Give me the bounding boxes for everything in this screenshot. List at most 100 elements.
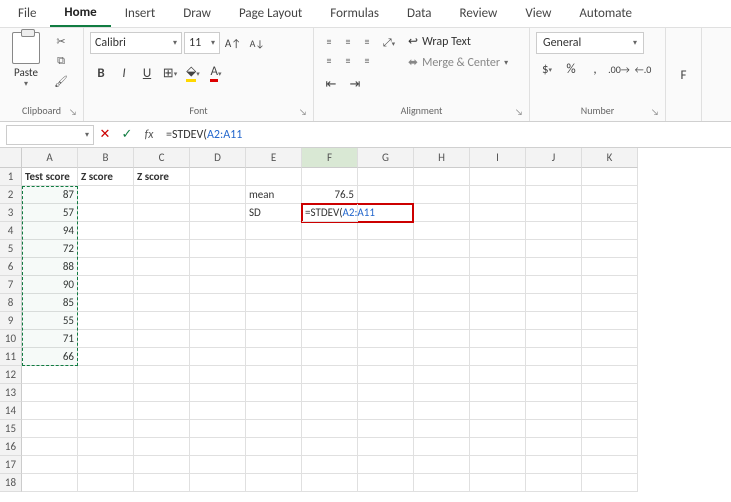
- cell[interactable]: [358, 168, 414, 186]
- cell[interactable]: [358, 402, 414, 420]
- cell[interactable]: [78, 456, 134, 474]
- cell[interactable]: [470, 240, 526, 258]
- cell[interactable]: [246, 420, 302, 438]
- cell[interactable]: [246, 474, 302, 492]
- cell[interactable]: [414, 294, 470, 312]
- cell[interactable]: [358, 366, 414, 384]
- cell[interactable]: 88: [22, 258, 78, 276]
- column-header[interactable]: J: [526, 148, 582, 168]
- cell[interactable]: [190, 222, 246, 240]
- cell[interactable]: 87: [22, 186, 78, 204]
- cell[interactable]: [190, 438, 246, 456]
- cell[interactable]: [582, 204, 638, 222]
- paste-dropdown[interactable]: ▾: [24, 79, 28, 89]
- cell[interactable]: [134, 294, 190, 312]
- cell[interactable]: [134, 456, 190, 474]
- row-header[interactable]: 14: [0, 402, 22, 420]
- cell[interactable]: [358, 330, 414, 348]
- number-dialog-launcher[interactable]: ↘: [651, 107, 663, 119]
- cell[interactable]: [582, 276, 638, 294]
- cell[interactable]: [414, 474, 470, 492]
- cell[interactable]: [582, 474, 638, 492]
- cell[interactable]: [134, 222, 190, 240]
- cell[interactable]: [414, 402, 470, 420]
- cell[interactable]: [358, 222, 414, 240]
- cell[interactable]: [358, 294, 414, 312]
- cell[interactable]: [302, 456, 358, 474]
- cell[interactable]: [134, 420, 190, 438]
- cell[interactable]: [526, 240, 582, 258]
- cell[interactable]: [302, 474, 358, 492]
- row-header[interactable]: 5: [0, 240, 22, 258]
- cell[interactable]: [414, 204, 470, 222]
- cell[interactable]: [526, 330, 582, 348]
- align-center-icon[interactable]: ≡: [339, 51, 357, 69]
- cell[interactable]: mean: [246, 186, 302, 204]
- cell[interactable]: [246, 348, 302, 366]
- cell[interactable]: [302, 330, 358, 348]
- column-header[interactable]: H: [414, 148, 470, 168]
- decrease-indent-icon[interactable]: ⇤: [320, 73, 342, 95]
- cell[interactable]: [526, 168, 582, 186]
- row-header[interactable]: 9: [0, 312, 22, 330]
- bold-button[interactable]: B: [90, 62, 112, 84]
- merge-center-button[interactable]: ⬌Merge & Center▾: [402, 53, 514, 72]
- cell[interactable]: [302, 168, 358, 186]
- cell[interactable]: [582, 348, 638, 366]
- tab-data[interactable]: Data: [393, 1, 446, 26]
- percent-format-icon[interactable]: %: [560, 58, 582, 80]
- cell[interactable]: [246, 456, 302, 474]
- cell[interactable]: [78, 366, 134, 384]
- cell[interactable]: [134, 366, 190, 384]
- cell[interactable]: [470, 222, 526, 240]
- increase-font-icon[interactable]: A↑: [222, 32, 244, 54]
- cell[interactable]: [302, 258, 358, 276]
- cell[interactable]: [526, 420, 582, 438]
- cell[interactable]: [246, 222, 302, 240]
- cell[interactable]: [190, 258, 246, 276]
- comma-format-icon[interactable]: ,: [584, 58, 606, 80]
- cell[interactable]: [358, 474, 414, 492]
- cell[interactable]: [302, 438, 358, 456]
- cell[interactable]: [414, 186, 470, 204]
- cell[interactable]: [246, 330, 302, 348]
- column-header[interactable]: F: [302, 148, 358, 168]
- tab-home[interactable]: Home: [50, 0, 110, 27]
- font-name-select[interactable]: Calibri▾: [90, 32, 182, 54]
- cell[interactable]: [526, 276, 582, 294]
- decrease-font-icon[interactable]: A↓: [246, 32, 268, 54]
- font-dialog-launcher[interactable]: ↘: [299, 107, 311, 119]
- cell[interactable]: [302, 276, 358, 294]
- cell[interactable]: [358, 258, 414, 276]
- cell[interactable]: [134, 438, 190, 456]
- cell[interactable]: [526, 186, 582, 204]
- cell[interactable]: 57: [22, 204, 78, 222]
- cell[interactable]: [582, 330, 638, 348]
- row-header[interactable]: 8: [0, 294, 22, 312]
- cell[interactable]: 90: [22, 276, 78, 294]
- cell[interactable]: [526, 384, 582, 402]
- cell[interactable]: [78, 240, 134, 258]
- align-right-icon[interactable]: ≡: [358, 51, 376, 69]
- cell[interactable]: 55: [22, 312, 78, 330]
- cell[interactable]: [22, 420, 78, 438]
- cell[interactable]: [78, 276, 134, 294]
- cell[interactable]: [190, 366, 246, 384]
- align-top-icon[interactable]: ≡: [320, 32, 338, 50]
- cell[interactable]: [526, 366, 582, 384]
- cell[interactable]: [582, 402, 638, 420]
- cell[interactable]: [358, 456, 414, 474]
- cell[interactable]: [526, 204, 582, 222]
- cell[interactable]: 94: [22, 222, 78, 240]
- cell[interactable]: [358, 438, 414, 456]
- clipboard-dialog-launcher[interactable]: ↘: [69, 107, 81, 119]
- formula-input[interactable]: =STDEV(A2:A11: [160, 122, 731, 147]
- wrap-text-button[interactable]: ↩Wrap Text: [402, 32, 514, 51]
- cell[interactable]: [22, 366, 78, 384]
- cell[interactable]: [526, 438, 582, 456]
- cell[interactable]: [302, 240, 358, 258]
- row-header[interactable]: 12: [0, 366, 22, 384]
- cell[interactable]: [302, 348, 358, 366]
- cell[interactable]: [134, 186, 190, 204]
- cell[interactable]: [134, 474, 190, 492]
